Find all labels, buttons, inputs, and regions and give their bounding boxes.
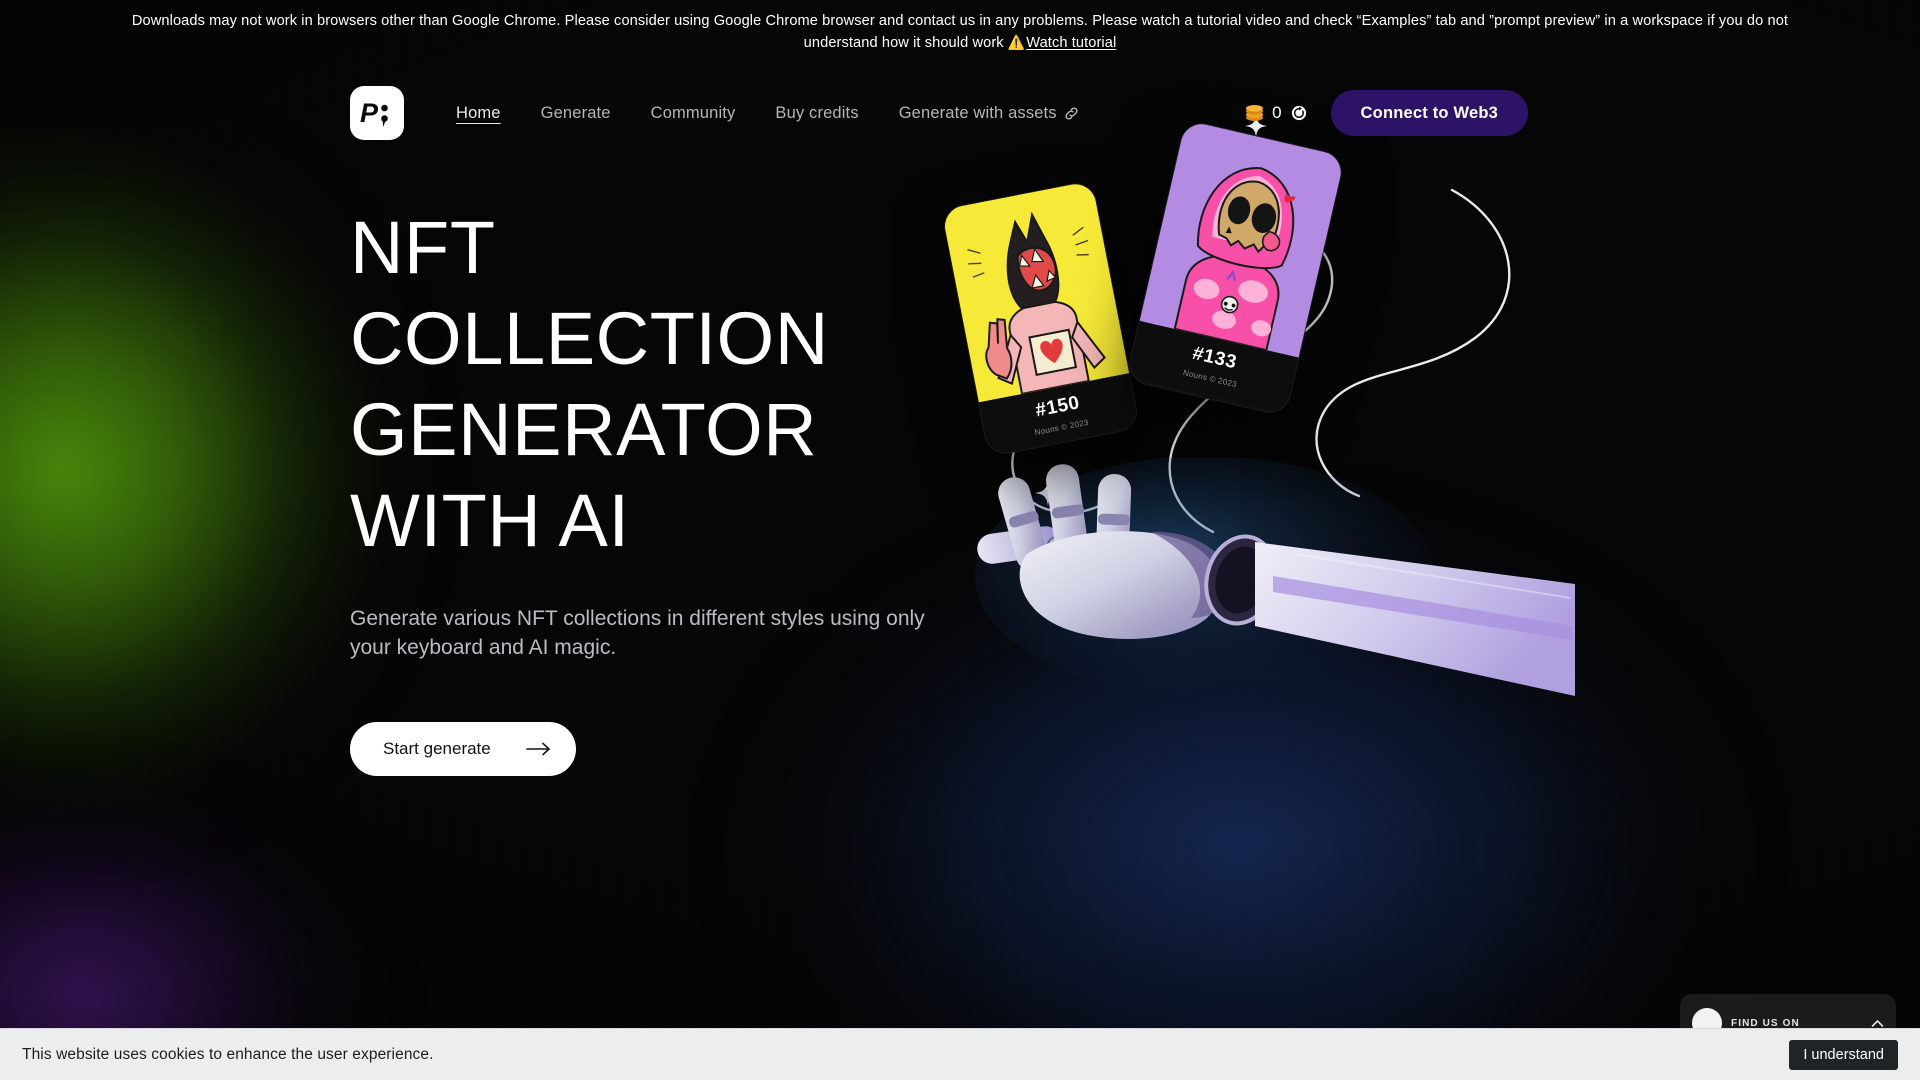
connect-to-web3-button[interactable]: Connect to Web3 [1330, 90, 1528, 137]
svg-text:P: P [360, 98, 379, 128]
navbar: P Home Generate Community Buy credits Ge… [0, 76, 1920, 150]
credits-value: 0 [1272, 103, 1282, 123]
page-title: NFT COLLECTION GENERATOR WITH AI [350, 202, 990, 566]
find-us-label: FIND US ON [1731, 1017, 1800, 1029]
arrow-right-icon [526, 741, 552, 757]
nav-link-home[interactable]: Home [456, 104, 501, 123]
nav-link-buy-credits[interactable]: Buy credits [775, 104, 858, 123]
warning-triangle-icon: ⚠️ [1007, 34, 1026, 51]
hero-title-line: COLLECTION [350, 297, 829, 381]
top-notice-banner: Downloads may not work in browsers other… [0, 0, 1920, 66]
nav-link-label: Generate with assets [898, 103, 1057, 122]
refresh-icon[interactable] [1291, 105, 1307, 121]
nav-link-label: Home [456, 103, 501, 122]
navbar-right: 0 Connect to Web3 [1244, 90, 1528, 137]
coins-stack-icon [1244, 104, 1265, 122]
nav-link-generate-with-assets[interactable]: Generate with assets [899, 104, 1080, 123]
start-generate-button[interactable]: Start generate [350, 722, 576, 777]
page-root: Downloads may not work in browsers other… [0, 0, 1920, 1080]
nav-links: Home Generate Community Buy credits Gene… [456, 104, 1080, 123]
watch-tutorial-link[interactable]: Watch tutorial [1026, 35, 1116, 51]
start-generate-label: Start generate [383, 739, 491, 759]
hero-subtitle: Generate various NFT collections in diff… [350, 607, 925, 660]
hero-artwork: #150 Nouns © 2023 #133 Nouns © 2023 [940, 115, 1575, 768]
robot-hand-illustration [975, 458, 1575, 697]
chevron-up-icon[interactable] [1871, 1019, 1884, 1028]
hero-title-line: GENERATOR [350, 388, 818, 472]
logo-button[interactable]: P [350, 86, 404, 141]
nav-link-generate[interactable]: Generate [541, 104, 611, 123]
nav-link-label: Buy credits [775, 103, 859, 122]
credits-indicator[interactable]: 0 [1244, 103, 1306, 123]
hero-copy: NFT COLLECTION GENERATOR WITH AI Generat… [350, 190, 990, 777]
hero-title-line: WITH AI [350, 479, 630, 563]
hero-section: NFT COLLECTION GENERATOR WITH AI Generat… [0, 115, 1920, 777]
nav-link-community[interactable]: Community [651, 104, 736, 123]
cookie-accept-button[interactable]: I understand [1789, 1039, 1898, 1070]
nav-link-label: Generate [540, 103, 611, 122]
cookie-consent-bar: This website uses cookies to enhance the… [0, 1028, 1920, 1080]
link-chain-icon [1063, 105, 1080, 122]
hero-title-line: NFT [350, 206, 496, 290]
notice-text: Downloads may not work in browsers other… [131, 13, 1789, 52]
cookie-message: This website uses cookies to enhance the… [22, 1045, 434, 1063]
brand-p-semicolon-icon: P [360, 98, 388, 128]
nav-link-label: Community [650, 103, 736, 122]
